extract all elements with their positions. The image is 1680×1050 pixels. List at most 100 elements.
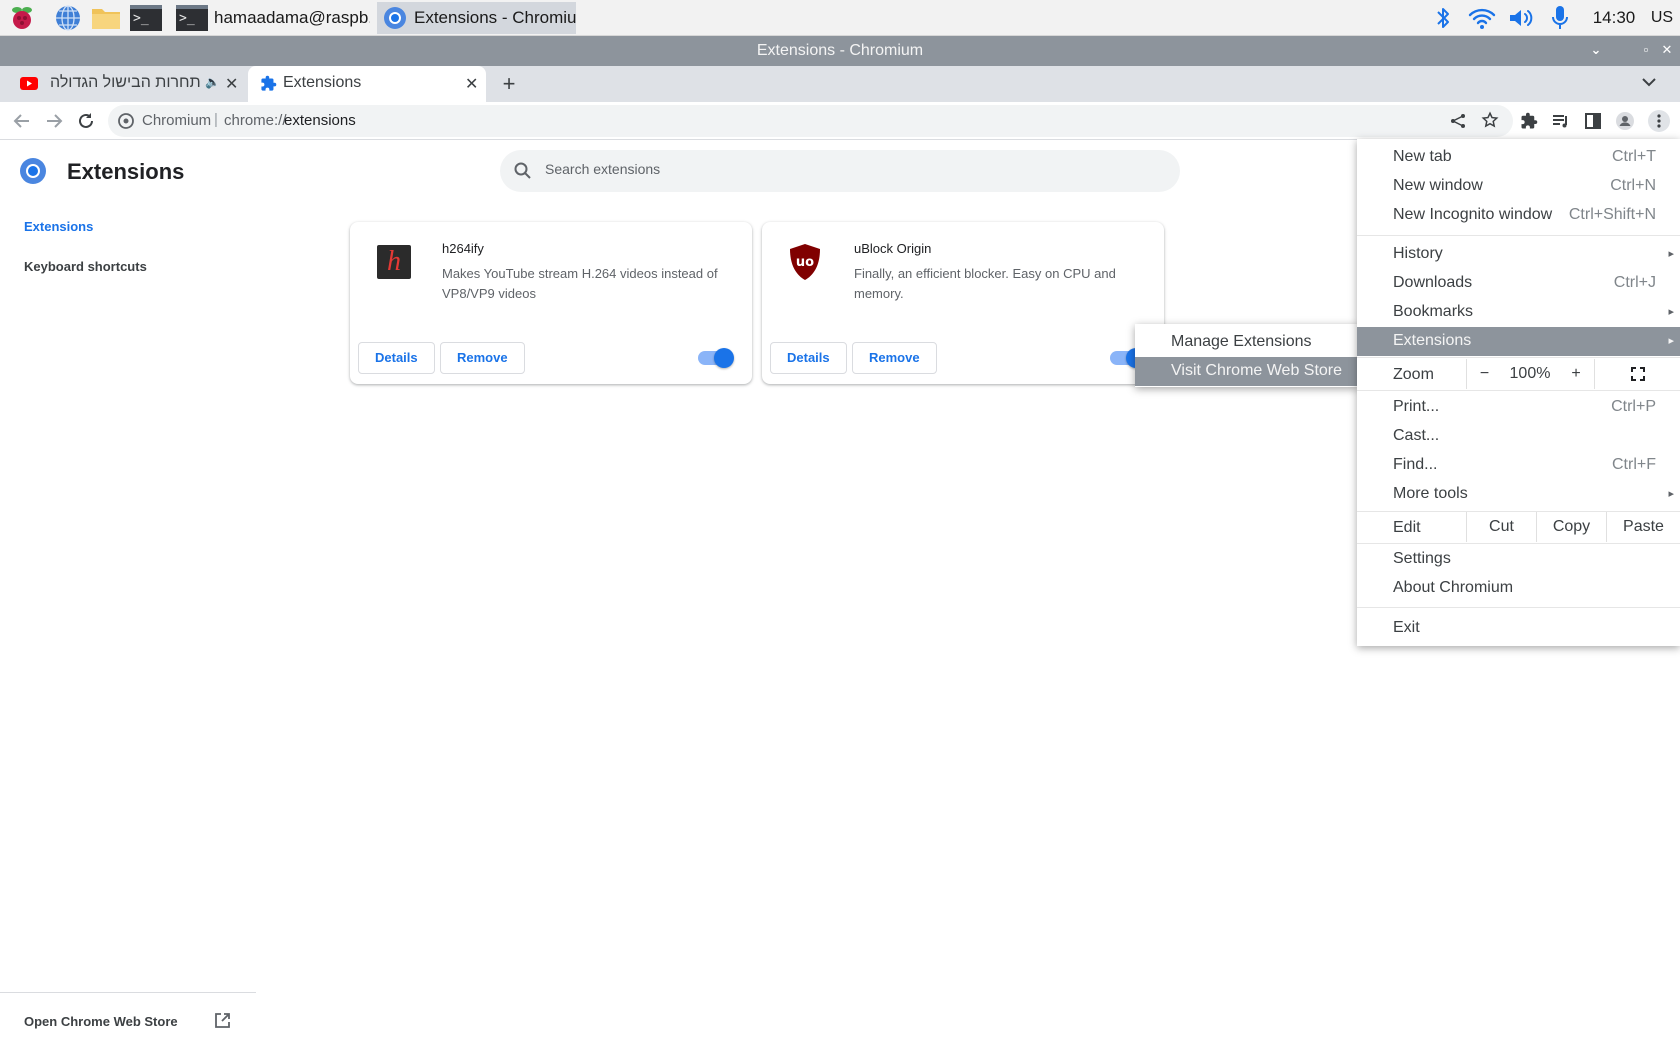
cut-button[interactable]: Cut: [1466, 512, 1536, 542]
omnibox[interactable]: Chromium | chrome:// extensions: [108, 105, 1513, 137]
share-icon[interactable]: [1450, 113, 1466, 133]
menu-item-shortcut: Ctrl+N: [1610, 177, 1656, 194]
menu-item-visit-chrome-web-store[interactable]: Visit Chrome Web Store: [1135, 357, 1359, 386]
zoom-in-button[interactable]: +: [1558, 359, 1594, 389]
menu-item-label: New Incognito window: [1393, 206, 1553, 223]
menu-item-bookmarks[interactable]: Bookmarks ▸: [1357, 298, 1680, 327]
back-button[interactable]: [10, 109, 34, 133]
menu-item-label: New tab: [1393, 148, 1452, 165]
zoom-out-button[interactable]: −: [1466, 359, 1502, 389]
menu-separator: [1357, 390, 1680, 391]
forward-button[interactable]: [42, 109, 66, 133]
keyboard-layout-indicator[interactable]: US: [1648, 3, 1676, 33]
extension-name: uBlock Origin: [854, 241, 932, 256]
copy-button[interactable]: Copy: [1536, 512, 1606, 542]
menu-item-label: Zoom: [1393, 366, 1434, 383]
remove-button[interactable]: Remove: [440, 342, 525, 374]
menu-item-label: Print...: [1393, 398, 1440, 415]
menu-item-shortcut: Ctrl+P: [1611, 398, 1656, 415]
extension-enable-toggle[interactable]: [698, 348, 734, 368]
bluetooth-icon[interactable]: [1432, 3, 1454, 33]
menu-item-print[interactable]: Print... Ctrl+P: [1357, 393, 1680, 422]
menu-item-label: History: [1393, 245, 1443, 262]
menu-item-label: Downloads: [1393, 274, 1473, 291]
profile-avatar-icon[interactable]: [1615, 111, 1635, 131]
sidebar-item-extensions[interactable]: Extensions: [24, 219, 93, 234]
menu-item-downloads[interactable]: Downloads Ctrl+J: [1357, 269, 1680, 298]
menu-item-find[interactable]: Find... Ctrl+F: [1357, 451, 1680, 480]
open-chrome-web-store-label: Open Chrome Web Store: [24, 1014, 178, 1029]
menu-separator: [1357, 357, 1680, 358]
ublock-origin-shield-icon: uo: [788, 243, 822, 286]
menu-separator: [1357, 543, 1680, 544]
menu-item-label: Exit: [1393, 619, 1420, 636]
chromium-page-icon: [118, 113, 134, 133]
youtube-icon: [20, 77, 38, 90]
chromium-app-menu: New tab Ctrl+T New window Ctrl+N New Inc…: [1357, 139, 1680, 646]
menu-item-label: Bookmarks: [1393, 303, 1474, 320]
external-link-icon: [214, 1012, 231, 1032]
wifi-icon[interactable]: [1467, 3, 1497, 33]
tab-close-button[interactable]: ✕: [225, 74, 238, 94]
menu-item-new-tab[interactable]: New tab Ctrl+T: [1357, 143, 1680, 172]
terminal-launcher-icon[interactable]: >_: [130, 3, 162, 33]
close-window-button[interactable]: ✕: [1659, 42, 1675, 58]
menu-item-about-chromium[interactable]: About Chromium: [1357, 574, 1680, 603]
file-manager-launcher-icon[interactable]: [90, 3, 122, 33]
menu-item-more-tools[interactable]: More tools ▸: [1357, 480, 1680, 509]
paste-button[interactable]: Paste: [1606, 512, 1680, 542]
menu-item-exit[interactable]: Exit: [1357, 614, 1680, 643]
details-button[interactable]: Details: [358, 342, 435, 374]
extension-card-ublock-origin: uo uBlock Origin Finally, an efficient b…: [762, 222, 1164, 384]
menu-item-new-incognito-window[interactable]: New Incognito window Ctrl+Shift+N: [1357, 201, 1680, 230]
side-panel-icon[interactable]: [1583, 111, 1603, 131]
audio-playing-icon: 🔈: [205, 75, 220, 89]
fullscreen-button[interactable]: [1594, 359, 1680, 389]
media-queue-icon[interactable]: [1551, 111, 1571, 131]
menu-separator: [1357, 607, 1680, 608]
open-chrome-web-store-link[interactable]: Open Chrome Web Store: [24, 1013, 230, 1029]
microphone-icon[interactable]: [1548, 3, 1572, 33]
menu-item-edit: Edit Cut Copy Paste: [1357, 512, 1680, 543]
maximize-window-button[interactable]: ▫: [1638, 42, 1654, 58]
details-button[interactable]: Details: [770, 342, 847, 374]
menu-item-manage-extensions[interactable]: Manage Extensions: [1135, 328, 1359, 357]
extension-description: Makes YouTube stream H.264 videos instea…: [442, 266, 718, 301]
window-title: Extensions - Chromium: [756, 42, 924, 59]
tab-search-chevron-icon[interactable]: [1642, 74, 1656, 90]
search-extensions-input[interactable]: [545, 161, 1145, 177]
submenu-arrow-icon: ▸: [1668, 488, 1674, 500]
bookmark-star-icon[interactable]: [1481, 111, 1499, 133]
menu-item-history[interactable]: History ▸: [1357, 240, 1680, 269]
puzzle-piece-icon: [260, 75, 277, 97]
menu-item-label: New window: [1393, 177, 1483, 194]
reload-button[interactable]: [74, 109, 98, 133]
taskbar-task-terminal[interactable]: >_ hamaadama@raspb...: [170, 2, 370, 34]
remove-button[interactable]: Remove: [852, 342, 937, 374]
omnibox-separator: |: [214, 111, 218, 128]
zoom-level: 100%: [1509, 365, 1551, 382]
omnibox-url-scheme: chrome://: [224, 112, 287, 129]
terminal-icon: >_: [176, 5, 208, 31]
minimize-window-button[interactable]: ⌄: [1588, 42, 1604, 58]
app-menu-kebab-icon[interactable]: [1648, 110, 1670, 132]
search-extensions-bar[interactable]: [500, 150, 1180, 192]
menu-item-extensions[interactable]: Extensions ▸: [1357, 327, 1680, 356]
new-tab-button[interactable]: +: [497, 72, 521, 96]
web-browser-launcher-icon[interactable]: [52, 3, 84, 33]
menu-item-new-window[interactable]: New window Ctrl+N: [1357, 172, 1680, 201]
menu-item-cast[interactable]: Cast...: [1357, 422, 1680, 451]
tab-youtube[interactable]: תחרות הבישול הגדולה 🔈 ✕: [0, 66, 246, 102]
sidebar-divider: [0, 992, 256, 993]
raspberry-menu-icon[interactable]: [6, 3, 38, 33]
tab-close-button[interactable]: ✕: [465, 74, 478, 94]
menu-item-shortcut: Ctrl+Shift+N: [1568, 206, 1656, 223]
window-titlebar[interactable]: Extensions - Chromium ⌄ ▫ ✕: [0, 36, 1680, 66]
tab-extensions[interactable]: Extensions ✕: [248, 66, 486, 102]
volume-icon[interactable]: [1506, 3, 1536, 33]
sidebar-item-keyboard-shortcuts[interactable]: Keyboard shortcuts: [24, 259, 147, 274]
clock[interactable]: 14:30: [1590, 3, 1638, 33]
taskbar-task-chromium[interactable]: Extensions - Chromiu...: [377, 2, 576, 34]
menu-item-settings[interactable]: Settings: [1357, 545, 1680, 574]
extensions-puzzle-icon[interactable]: [1519, 111, 1539, 131]
